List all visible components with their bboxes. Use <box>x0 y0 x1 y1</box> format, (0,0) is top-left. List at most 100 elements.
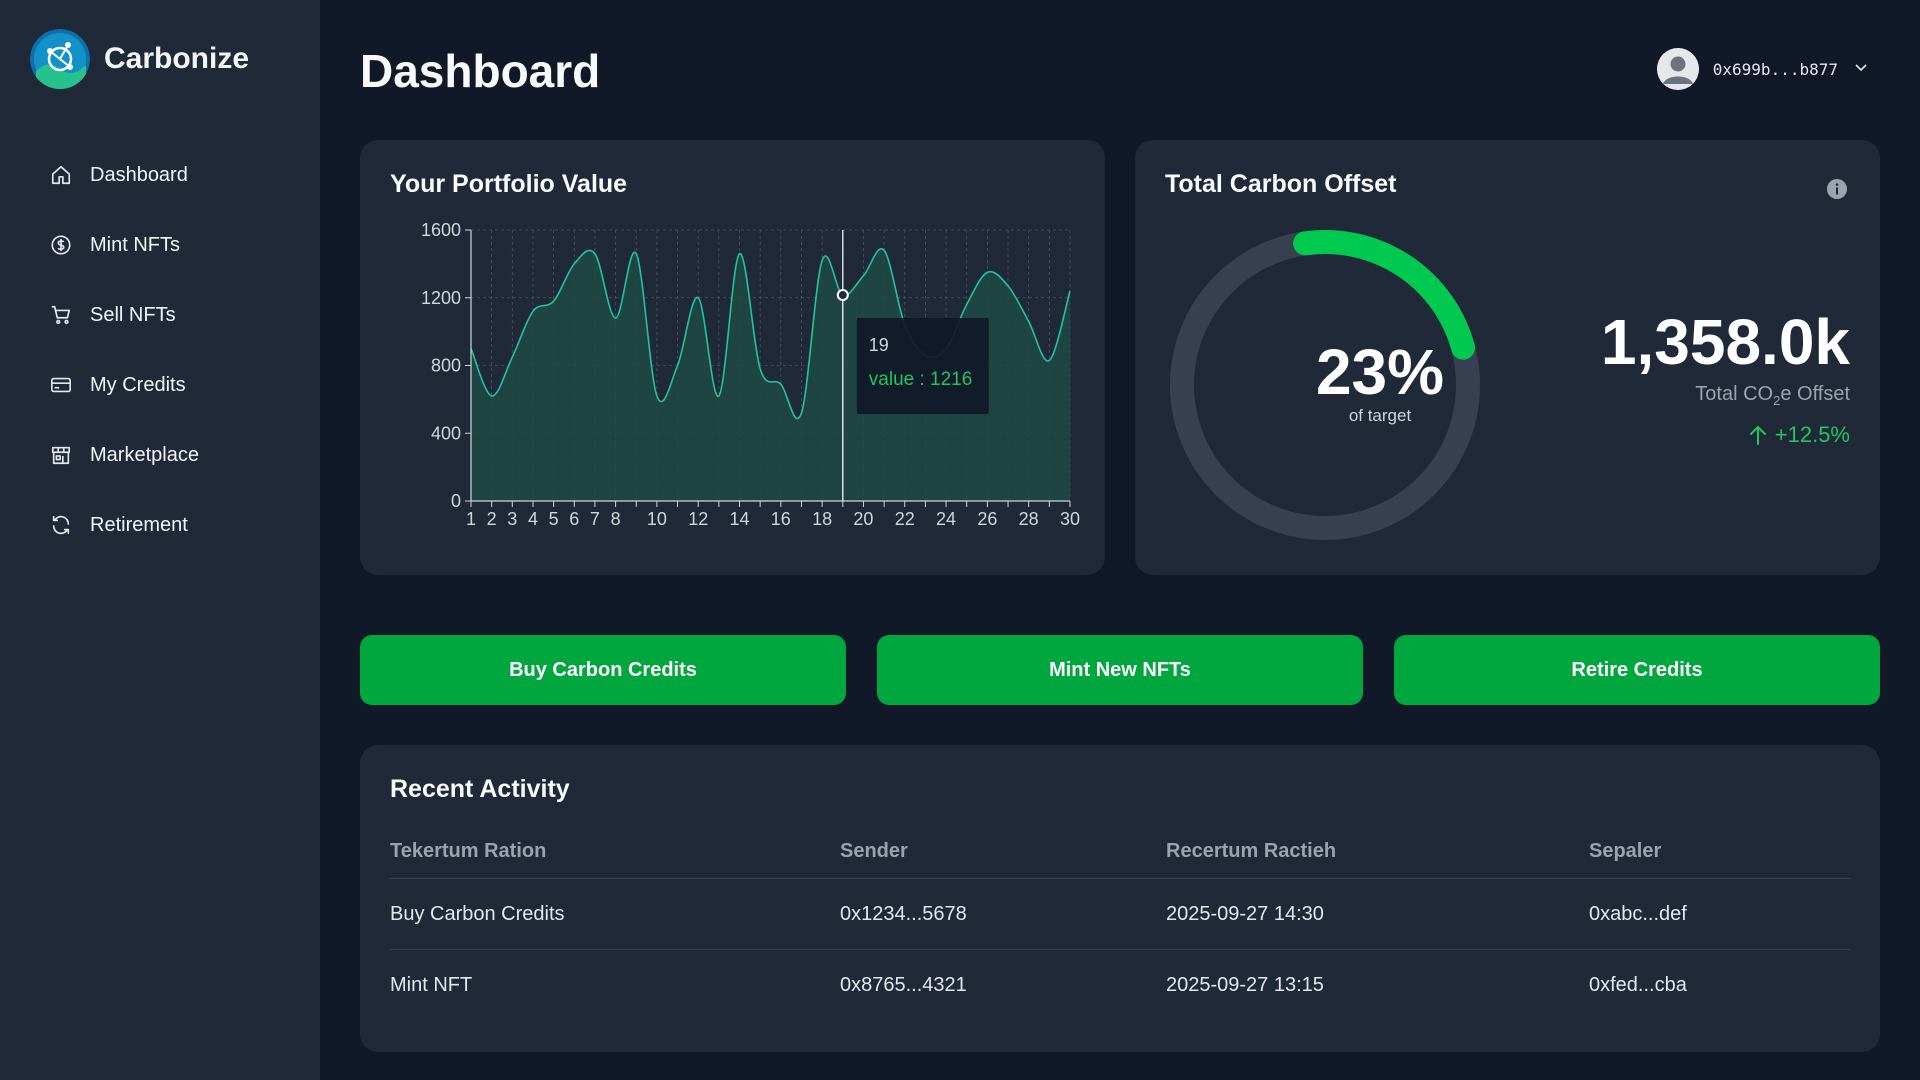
tooltip-label: 19 <box>869 335 889 355</box>
x-tick-label: 10 <box>647 509 667 529</box>
retire-credits-button[interactable]: Retire Credits <box>1394 635 1880 705</box>
cart-icon <box>48 302 74 328</box>
x-tick-label: 14 <box>730 509 750 529</box>
x-tick-label: 28 <box>1019 509 1039 529</box>
column-header[interactable]: Recertum Ractieh <box>1166 840 1589 863</box>
column-header[interactable]: Sepaler <box>1589 840 1850 863</box>
data-point[interactable] <box>633 251 639 257</box>
brand-name: Carbonize <box>104 42 250 75</box>
table-header-row: Tekertum Ration Sender Recertum Ractieh … <box>390 825 1850 879</box>
sidebar-item-label: Marketplace <box>90 443 199 466</box>
x-tick-label: 4 <box>528 509 538 529</box>
data-point[interactable] <box>1046 357 1052 363</box>
x-tick-label: 5 <box>549 509 559 529</box>
sidebar-item-marketplace[interactable]: Marketplace <box>48 420 288 490</box>
sidebar-item-sell-nfts[interactable]: Sell NFTs <box>48 280 288 350</box>
refresh-icon <box>48 512 74 538</box>
data-point[interactable] <box>551 298 557 304</box>
table-cell: 0x8765...4321 <box>840 974 967 996</box>
data-point[interactable] <box>1067 288 1073 294</box>
table-row[interactable]: Buy Carbon Credits 0x1234...5678 2025-09… <box>390 879 1850 950</box>
dollar-coin-icon <box>48 232 74 258</box>
sidebar-item-my-credits[interactable]: My Credits <box>48 350 288 420</box>
data-point[interactable] <box>675 363 681 369</box>
data-point[interactable] <box>757 366 763 372</box>
credit-card-icon <box>48 372 74 398</box>
data-point[interactable] <box>592 251 598 257</box>
column-header[interactable]: Sender <box>840 840 1166 863</box>
sidebar-nav: Dashboard Mint NFTs Sell NFTs My Credits… <box>48 140 288 560</box>
table-cell: 0x1234...5678 <box>840 902 967 925</box>
y-tick-label: 1200 <box>421 288 461 308</box>
x-tick-label: 22 <box>895 509 915 529</box>
offset-change: +12.5% <box>1749 422 1850 448</box>
user-menu[interactable]: 0x699b...b877 <box>1656 48 1868 90</box>
x-tick-label: 16 <box>771 509 791 529</box>
portfolio-card: Your Portfolio Value 0 400 800 1200 1600 1 2 3 4… <box>360 140 1105 575</box>
buy-carbon-credits-button[interactable]: Buy Carbon Credits <box>360 635 846 705</box>
table-cell: Buy Carbon Credits <box>390 902 565 925</box>
data-point[interactable] <box>695 295 701 301</box>
sidebar-item-mint-nfts[interactable]: Mint NFTs <box>48 210 288 280</box>
x-tick-label: 30 <box>1060 509 1080 529</box>
x-tick-label: 24 <box>936 509 956 529</box>
data-point[interactable] <box>881 247 887 253</box>
chevron-down-icon[interactable] <box>1854 60 1868 79</box>
portfolio-chart[interactable]: 0400800120016001 2 3 4 5 6 7 8 10 12 14 16 18 20 22 24 2… <box>360 140 1105 575</box>
gauge-percent: 23% <box>1315 336 1445 408</box>
chart-tooltip: 19 value : 1216 <box>856 318 989 414</box>
table-cell: 2025-09-27 13:15 <box>1166 974 1324 996</box>
total-offset-value: 1,358.0k <box>1600 306 1850 378</box>
data-point[interactable] <box>798 410 804 416</box>
data-point[interactable] <box>778 381 784 387</box>
mint-new-nfts-button[interactable]: Mint New NFTs <box>877 635 1363 705</box>
y-tick-label: 800 <box>431 356 461 376</box>
offset-change-value: +12.5% <box>1774 422 1850 447</box>
tooltip-value: value : 1216 <box>869 369 973 390</box>
x-tick-label: 3 <box>507 509 517 529</box>
table-cell: 0xfed...cba <box>1589 974 1687 996</box>
data-point[interactable] <box>737 251 743 257</box>
info-icon[interactable] <box>1826 178 1848 200</box>
y-tick-label: 400 <box>431 423 461 443</box>
sidebar-item-label: Dashboard <box>90 163 188 186</box>
data-point[interactable] <box>860 273 866 279</box>
data-point[interactable] <box>654 393 660 399</box>
x-tick-label: 6 <box>569 509 579 529</box>
carbon-title: Total Carbon Offset <box>1165 170 1397 198</box>
data-point[interactable] <box>984 269 990 275</box>
data-point[interactable] <box>489 393 495 399</box>
table-cell: 0xabc...def <box>1589 902 1687 925</box>
x-tick-label: 26 <box>977 509 997 529</box>
data-point[interactable] <box>509 354 515 360</box>
x-tick-label: 7 <box>590 509 600 529</box>
data-point[interactable] <box>468 346 474 352</box>
brand[interactable]: Carbonize <box>30 29 249 89</box>
sidebar-item-label: Sell NFTs <box>90 303 176 326</box>
carbonize-logo-icon <box>30 29 90 89</box>
table-cell: 2025-09-27 14:30 <box>1166 902 1324 925</box>
x-tick-label: 12 <box>688 509 708 529</box>
table-row[interactable]: Mint NFT 0x8765...4321 2025-09-27 13:15 … <box>390 950 1850 1021</box>
data-point[interactable] <box>1026 318 1032 324</box>
data-point[interactable] <box>571 261 577 267</box>
column-header[interactable]: Tekertum Ration <box>390 840 840 863</box>
sidebar-item-retirement[interactable]: Retirement <box>48 490 288 560</box>
x-tick-label: 1 <box>466 509 476 529</box>
sidebar-item-label: My Credits <box>90 373 186 396</box>
hover-point <box>836 289 849 302</box>
data-point[interactable] <box>530 308 536 314</box>
sidebar-item-dashboard[interactable]: Dashboard <box>48 140 288 210</box>
data-point[interactable] <box>1005 283 1011 289</box>
data-point[interactable] <box>613 315 619 321</box>
page-title: Dashboard <box>360 45 601 97</box>
home-icon <box>48 162 74 188</box>
data-point[interactable] <box>964 302 970 308</box>
data-point[interactable] <box>819 257 825 263</box>
x-tick-label: 8 <box>611 509 621 529</box>
x-tick-label: 18 <box>812 509 832 529</box>
data-point[interactable] <box>716 393 722 399</box>
table-cell: Mint NFT <box>390 974 473 996</box>
recent-activity-card: Recent Activity Tekertum Ration Sender R… <box>360 745 1880 1052</box>
arrow-up-icon <box>1749 425 1766 445</box>
